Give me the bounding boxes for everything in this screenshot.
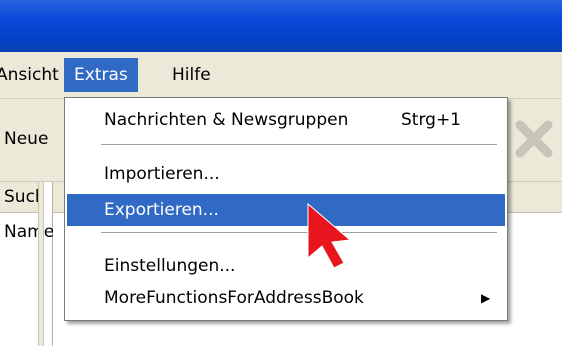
menu-hilfe[interactable]: Hilfe <box>162 58 221 92</box>
new-button-label[interactable]: Neue <box>4 129 48 149</box>
left-panel: Such Namen <box>0 182 65 346</box>
menu-ansicht[interactable]: Ansicht <box>0 58 69 92</box>
menu-item-label: Nachrichten & Newsgruppen <box>104 110 349 130</box>
close-x-icon[interactable] <box>510 115 558 163</box>
shortcut-label: Strg+1 <box>401 110 461 130</box>
menu-item-import[interactable]: Importieren... <box>67 158 505 190</box>
mouse-pointer-icon <box>307 202 352 269</box>
menu-item-label: MoreFunctionsForAddressBook <box>104 288 364 308</box>
submenu-arrow-icon: ▶ <box>481 291 491 305</box>
panel-splitter[interactable] <box>38 182 44 346</box>
menu-item-more-functions[interactable]: MoreFunctionsForAddressBook ▶ <box>67 282 505 314</box>
menu-item-label: Importieren... <box>104 164 220 184</box>
menu-item-settings[interactable]: Einstellungen... <box>67 250 505 282</box>
menu-item-export[interactable]: Exportieren... <box>67 194 505 226</box>
title-bar <box>0 0 562 52</box>
menu-bar: Ansicht Extras Hilfe <box>0 52 562 99</box>
menu-separator <box>101 144 497 146</box>
extras-dropdown-menu: Nachrichten & Newsgruppen Strg+1 Importi… <box>64 97 508 321</box>
menu-item-label: Exportieren... <box>104 200 219 220</box>
menu-item-messages-newsgroups[interactable]: Nachrichten & Newsgruppen Strg+1 <box>67 104 505 136</box>
menu-item-label: Einstellungen... <box>104 256 236 276</box>
menu-extras[interactable]: Extras <box>64 58 138 92</box>
menu-separator <box>101 232 497 234</box>
